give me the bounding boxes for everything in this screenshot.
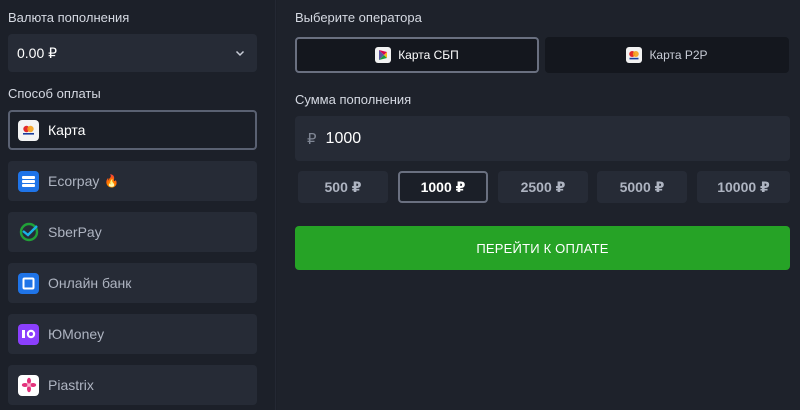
ecorpay-icon [18, 170, 39, 192]
amount-input[interactable]: ₽ 1000 [295, 116, 790, 161]
method-yoomoney[interactable]: ЮMoney [8, 314, 257, 354]
sbp-icon [375, 47, 392, 63]
operator-label-text: Карта P2P [649, 48, 708, 62]
go-to-payment-button[interactable]: ПЕРЕЙТИ К ОПЛАТЕ [295, 226, 790, 270]
method-card[interactable]: Карта [8, 110, 257, 150]
sberpay-icon [18, 222, 39, 243]
method-label: Piastrix [48, 377, 94, 393]
operator-p2p[interactable]: Карта P2P [545, 37, 789, 73]
online-bank-icon [18, 272, 39, 294]
left-panel: Валюта пополнения 0.00 ₽ Способ оплаты К… [0, 0, 276, 410]
currency-value: 0.00 ₽ [17, 44, 58, 61]
method-sberpay[interactable]: SberPay [8, 212, 257, 252]
method-piastrix[interactable]: Piastrix [8, 365, 257, 405]
operator-label-text: Карта СБП [398, 48, 459, 62]
method-ecorpay[interactable]: Ecorpay 🔥 [8, 161, 257, 201]
method-label: SberPay [48, 224, 102, 240]
method-label: Ecorpay [48, 173, 100, 189]
preset-5000[interactable]: 5000 ₽ [597, 171, 687, 203]
method-label: ЮMoney [48, 326, 105, 342]
mastercard-icon [626, 47, 643, 63]
currency-select[interactable]: 0.00 ₽ [8, 34, 257, 72]
currency-label: Валюта пополнения [8, 10, 130, 25]
preset-500[interactable]: 500 ₽ [298, 171, 388, 203]
piastrix-icon [18, 374, 39, 396]
chevron-down-icon [235, 50, 245, 57]
preset-1000[interactable]: 1000 ₽ [398, 171, 488, 203]
preset-2500[interactable]: 2500 ₽ [498, 171, 588, 203]
method-label: Карта [48, 122, 86, 138]
preset-10000[interactable]: 10000 ₽ [697, 171, 790, 203]
ruble-sign: ₽ [307, 130, 317, 148]
fire-emoji: 🔥 [104, 174, 120, 188]
payment-method-label: Способ оплаты [8, 86, 101, 101]
amount-label: Сумма пополнения [295, 92, 412, 107]
operator-label: Выберите оператора [295, 10, 422, 25]
yoomoney-icon [18, 323, 39, 345]
method-label: Онлайн банк [48, 275, 132, 291]
bank-card-icon [18, 119, 39, 141]
method-online-bank[interactable]: Онлайн банк [8, 263, 257, 303]
operator-sbp[interactable]: Карта СБП [295, 37, 539, 73]
amount-value: 1000 [325, 129, 362, 147]
